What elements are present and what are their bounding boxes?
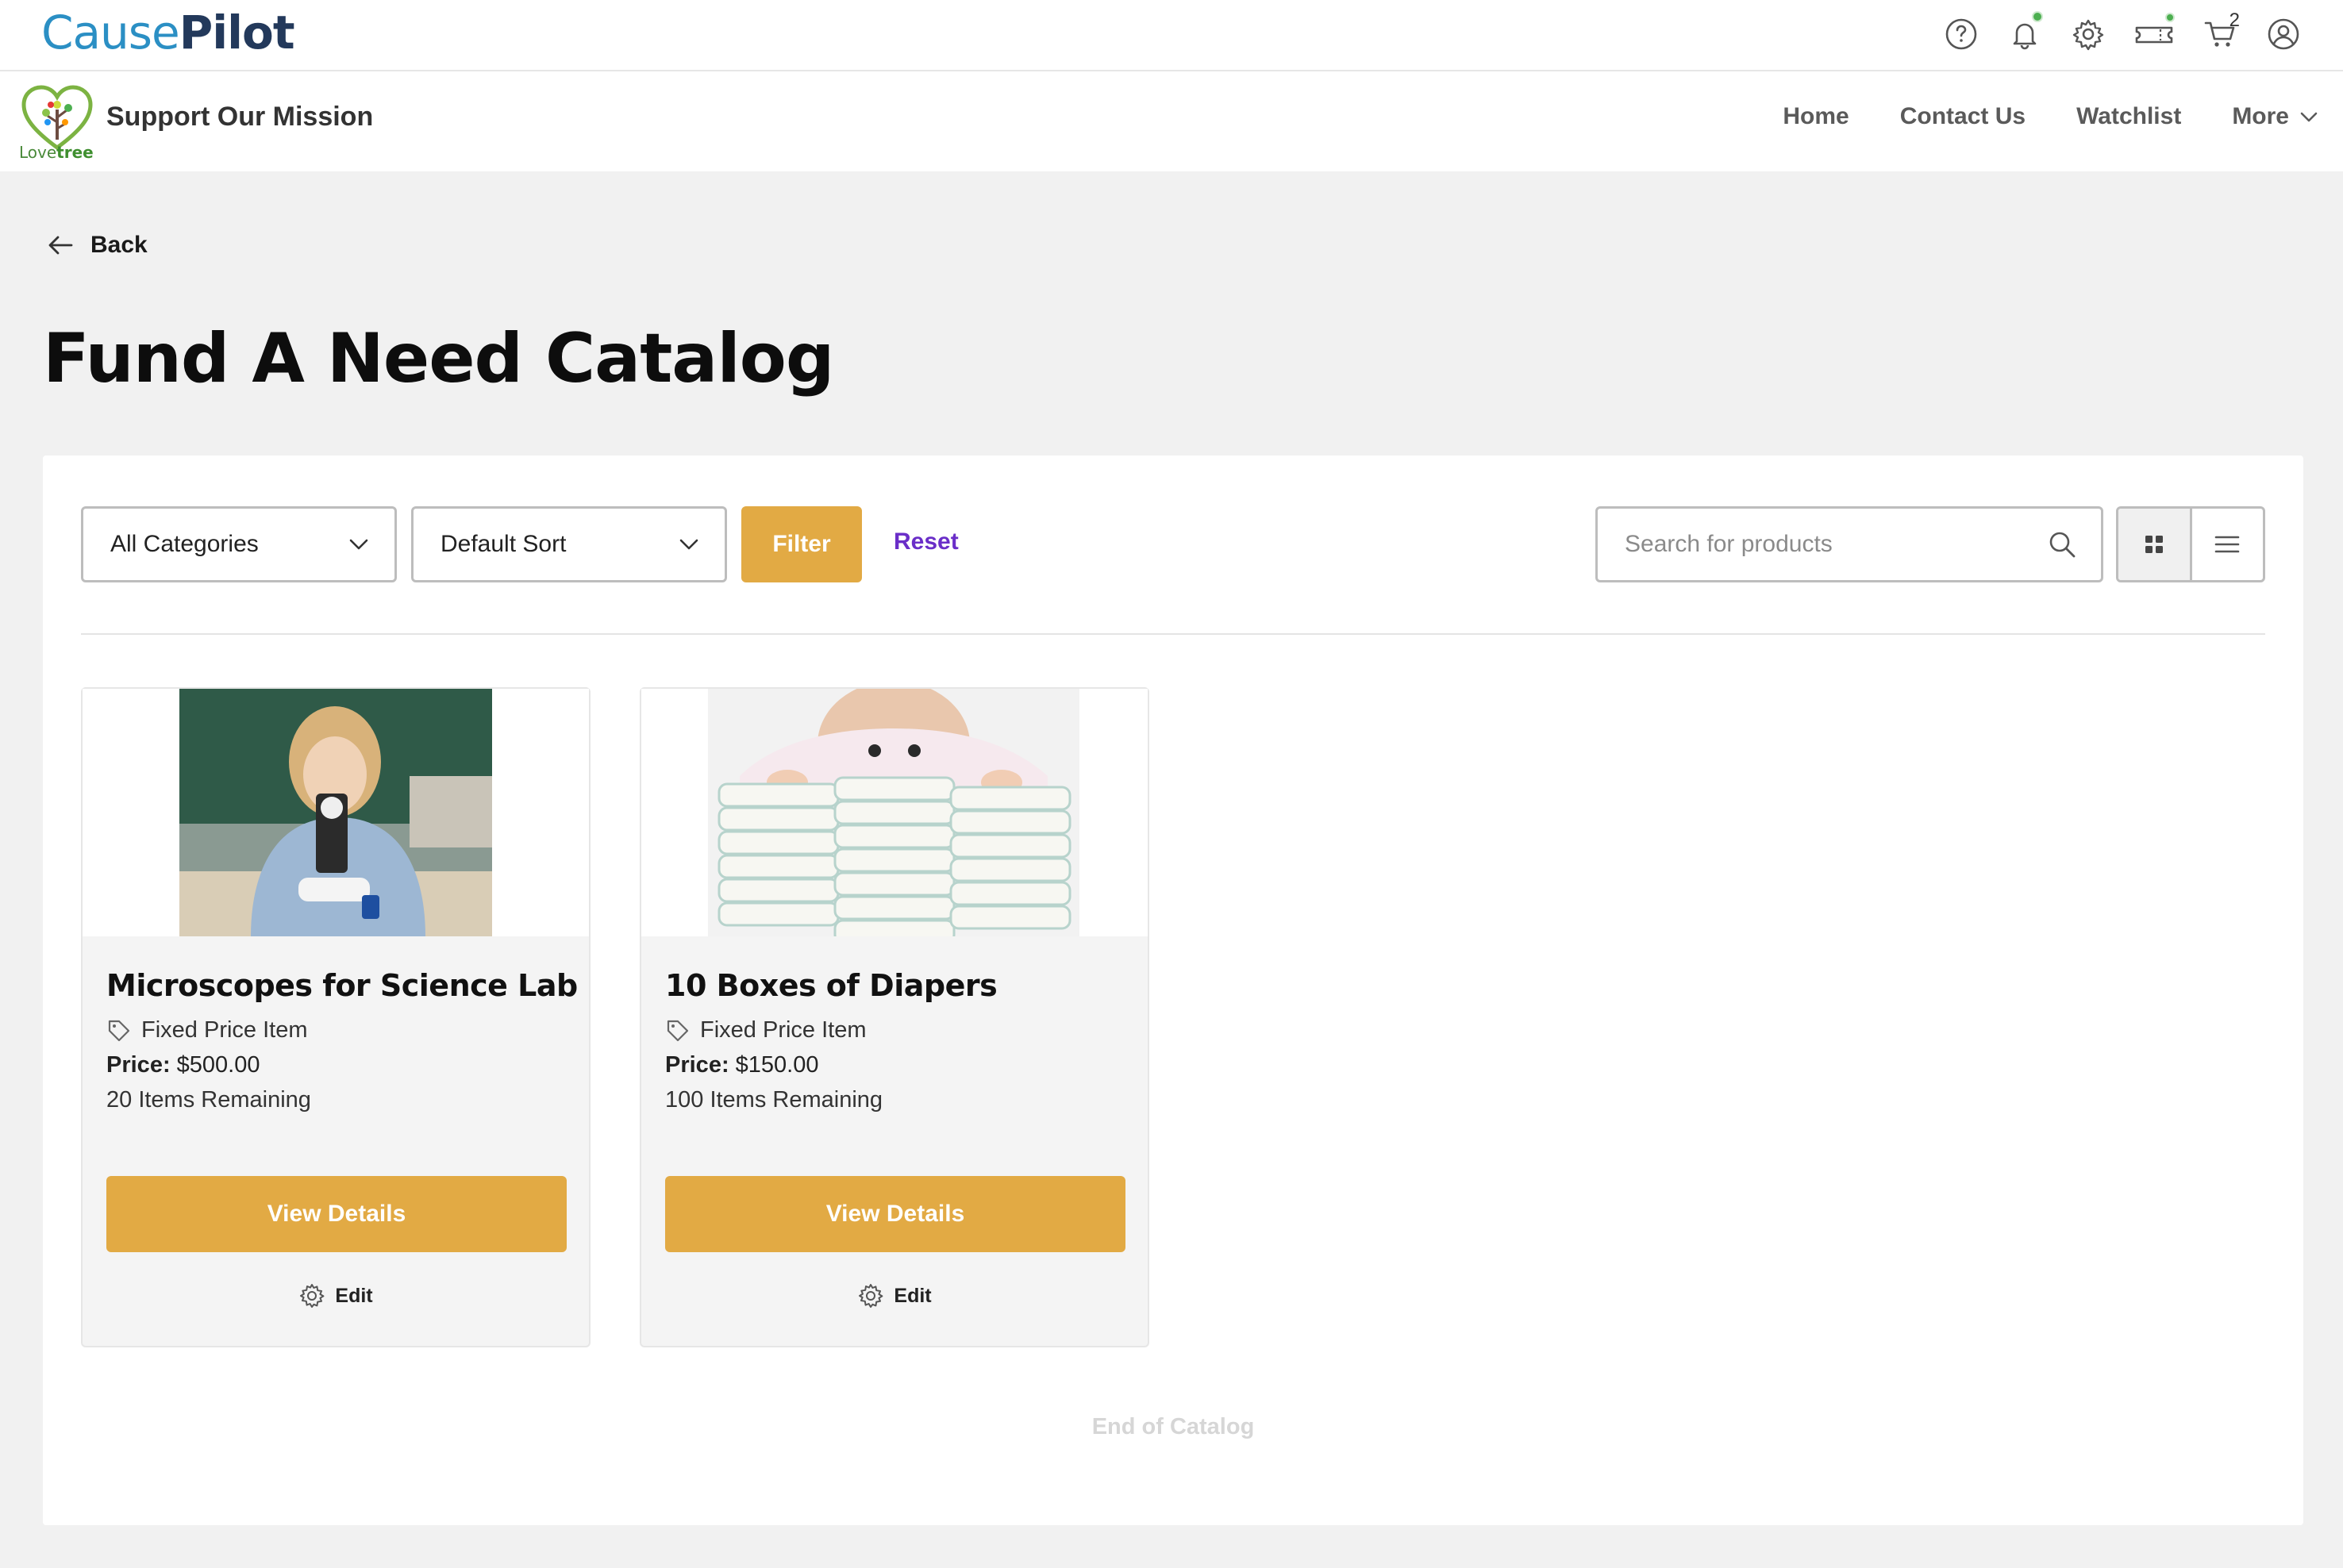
view-details-button[interactable]: View Details	[665, 1176, 1125, 1252]
edit-label: Edit	[335, 1284, 373, 1307]
back-label: Back	[90, 232, 148, 258]
product-title[interactable]: 10 Boxes of Diapers	[665, 968, 998, 1003]
edit-label: Edit	[894, 1284, 932, 1307]
end-of-catalog: End of Catalog	[1091, 1414, 1255, 1439]
ticket-icon[interactable]	[2132, 13, 2176, 54]
price-value: $150.00	[735, 1052, 819, 1078]
causepilot-logo[interactable]: CausePilot	[41, 5, 295, 60]
chevron-down-icon	[2300, 112, 2318, 122]
list-icon	[2214, 536, 2240, 553]
product-remaining: 100 Items Remaining	[665, 1087, 883, 1113]
help-icon[interactable]	[1941, 14, 1981, 54]
nav-home[interactable]: Home	[1783, 103, 1849, 130]
product-image[interactable]	[83, 689, 589, 936]
grid-icon	[2145, 536, 2163, 553]
view-toggle	[2116, 506, 2265, 582]
bell-icon[interactable]	[2005, 11, 2045, 54]
product-remaining: 20 Items Remaining	[106, 1087, 311, 1113]
category-select[interactable]: All Categories	[81, 506, 397, 582]
product-type-label: Fixed Price Item	[141, 1017, 308, 1043]
cart-icon[interactable]: 2	[2200, 10, 2240, 54]
sort-select[interactable]: Default Sort	[411, 506, 727, 582]
grid-view-button[interactable]	[2118, 509, 2192, 580]
product-type: Fixed Price Item	[665, 1017, 867, 1043]
filter-button[interactable]: Filter	[741, 506, 862, 582]
edit-link[interactable]: Edit	[83, 1282, 589, 1309]
search-icon[interactable]	[2047, 529, 2077, 559]
price-label: Price:	[665, 1052, 729, 1078]
list-view-button[interactable]	[2192, 509, 2264, 580]
price-label: Price:	[106, 1052, 171, 1078]
product-title[interactable]: Microscopes for Science Lab	[106, 968, 578, 1003]
back-link[interactable]: Back	[46, 230, 148, 260]
search-box	[1595, 506, 2103, 582]
product-price: Price: $500.00	[106, 1052, 260, 1078]
nav-watchlist[interactable]: Watchlist	[2076, 103, 2181, 130]
user-icon[interactable]	[2264, 14, 2303, 54]
product-card[interactable]: 10 Boxes of Diapers Fixed Price Item Pri…	[640, 687, 1149, 1347]
notification-dot	[2032, 11, 2043, 22]
tag-icon	[667, 1020, 689, 1041]
microscope-photo-image	[179, 689, 492, 936]
product-type: Fixed Price Item	[106, 1017, 308, 1043]
product-image[interactable]	[641, 689, 1148, 936]
brand-part-1: Cause	[41, 6, 180, 60]
sort-select-value: Default Sort	[441, 531, 567, 557]
edit-link[interactable]: Edit	[641, 1282, 1148, 1309]
toolbar-divider	[81, 633, 2265, 635]
search-input[interactable]	[1625, 531, 2047, 558]
chevron-down-icon	[349, 539, 368, 550]
top-bar: CausePilot 2	[0, 0, 2343, 71]
category-select-value: All Categories	[110, 531, 259, 557]
product-type-label: Fixed Price Item	[700, 1017, 867, 1043]
product-price: Price: $150.00	[665, 1052, 819, 1078]
lovetree-logo-text: Lovetree	[19, 143, 94, 162]
brand-part-2: Pilot	[179, 6, 295, 60]
price-value: $500.00	[176, 1052, 260, 1078]
catalog-panel: All Categories Default Sort Filter Reset	[43, 455, 2303, 1525]
cart-count: 2	[2229, 10, 2240, 31]
top-icons: 2	[1941, 10, 2303, 54]
ticket-dot	[2165, 13, 2175, 22]
tag-icon	[108, 1020, 130, 1041]
diapers-photo-image	[708, 689, 1079, 936]
logo-text-part1: Love	[19, 143, 57, 162]
nav-more-label: More	[2232, 103, 2289, 129]
arrow-left-icon	[48, 236, 73, 255]
nav-contact-us[interactable]: Contact Us	[1900, 103, 2026, 130]
nav-links: Home Contact Us Watchlist More	[1783, 103, 2319, 130]
reset-link[interactable]: Reset	[894, 528, 959, 555]
org-nav: Lovetree Support Our Mission Home Contac…	[0, 71, 2343, 171]
product-card[interactable]: Microscopes for Science Lab Fixed Price …	[81, 687, 591, 1347]
gear-icon[interactable]	[2068, 14, 2108, 54]
org-name[interactable]: Support Our Mission	[106, 102, 373, 133]
page-title: Fund A Need Catalog	[43, 319, 834, 398]
nav-more[interactable]: More	[2232, 103, 2319, 130]
view-details-button[interactable]: View Details	[106, 1176, 567, 1252]
gear-icon	[300, 1284, 325, 1308]
logo-text-part2: tree	[56, 143, 94, 162]
gear-icon	[859, 1284, 883, 1308]
chevron-down-icon	[679, 539, 698, 550]
